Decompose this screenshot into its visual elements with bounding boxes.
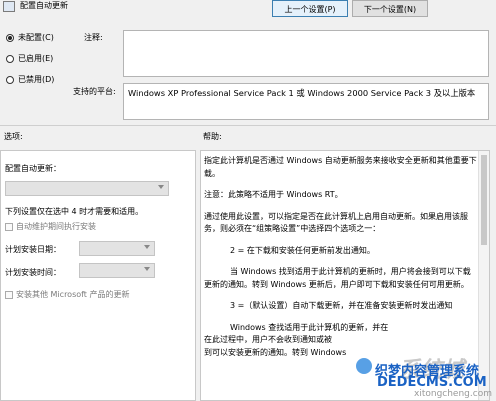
comment-label: 注释: <box>84 33 103 42</box>
state-radio-group: 未配置(C) 已启用(E) 已禁用(D) <box>6 32 54 88</box>
help-paragraph: 注意：此策略不适用于 Windows RT。 <box>204 190 343 199</box>
help-paragraph: 当 Windows 找到适用于此计算机的更新时，用户将会接到可以下载更新的通知。… <box>204 267 471 289</box>
help-paragraph: 2 = 在下载和安装任何更新前发出通知。 <box>230 245 375 255</box>
radio-disabled-indicator[interactable] <box>6 75 14 84</box>
watermark-url: xitongcheng.com <box>414 389 492 399</box>
options-panel: 配置自动更新： 下列设置仅在选中 4 时才需要和适用。 自动维护期间执行安装 计… <box>0 150 196 401</box>
help-scrollbar-thumb[interactable] <box>481 155 487 245</box>
settings-note: 下列设置仅在选中 4 时才需要和适用。 <box>5 207 144 216</box>
next-setting-button[interactable]: 下一个设置(N) <box>352 0 428 17</box>
radio-disabled[interactable]: 已禁用(D) <box>6 74 54 88</box>
schedule-day-label: 计划安装日期： <box>5 245 61 254</box>
configure-updates-label: 配置自动更新： <box>5 164 61 173</box>
section-divider <box>0 125 496 126</box>
watermark-domain: DEDECMS.COM <box>377 375 487 390</box>
chevron-down-icon <box>158 185 164 189</box>
watermark-logo-icon <box>356 358 372 374</box>
help-text: 指定此计算机是否通过 Windows 自动更新服务来接收安全更新和其他重要下载。… <box>204 155 477 359</box>
maintenance-install-checkbox-row[interactable]: 自动维护期间执行安装 <box>5 221 96 232</box>
chevron-down-icon <box>144 245 150 249</box>
configure-updates-dropdown[interactable] <box>5 181 169 196</box>
maintenance-install-checkbox[interactable] <box>5 222 13 231</box>
help-paragraph: 在此过程中，用户不会收到通知或被 <box>204 335 332 344</box>
platform-value: Windows XP Professional Service Pack 1 或… <box>123 83 489 120</box>
other-products-checkbox[interactable] <box>5 290 13 299</box>
schedule-time-label: 计划安装时间： <box>5 268 61 277</box>
chevron-down-icon <box>144 267 150 271</box>
help-section-label: 帮助: <box>203 132 222 141</box>
policy-setting-icon <box>3 1 15 12</box>
radio-enabled[interactable]: 已启用(E) <box>6 53 54 67</box>
radio-not-configured-indicator[interactable] <box>6 33 14 42</box>
help-paragraph: Windows 查找适用于此计算机的更新，并在 <box>230 322 389 332</box>
help-scrollbar[interactable] <box>478 151 489 400</box>
platform-label: 支持的平台: <box>73 87 116 96</box>
help-paragraph: 通过使用此设置，可以指定是否在此计算机上启用自动更新。如果启用该服务，则必须在“… <box>204 211 468 234</box>
schedule-day-dropdown[interactable] <box>79 241 155 256</box>
help-paragraph: 指定此计算机是否通过 Windows 自动更新服务来接收安全更新和其他重要下载。 <box>204 156 477 178</box>
radio-enabled-indicator[interactable] <box>6 54 14 63</box>
other-products-checkbox-row[interactable]: 安装其他 Microsoft 产品的更新 <box>5 289 130 300</box>
comment-textarea[interactable] <box>123 30 489 77</box>
schedule-time-dropdown[interactable] <box>79 263 155 278</box>
previous-setting-button[interactable]: 上一个设置(P) <box>272 0 348 17</box>
radio-not-configured[interactable]: 未配置(C) <box>6 32 54 46</box>
help-paragraph: 3 =（默认设置）自动下载更新，并在准备安装更新时发出通知 <box>230 301 453 310</box>
window-title: 配置自动更新 <box>20 1 68 10</box>
options-section-label: 选项: <box>4 132 23 141</box>
